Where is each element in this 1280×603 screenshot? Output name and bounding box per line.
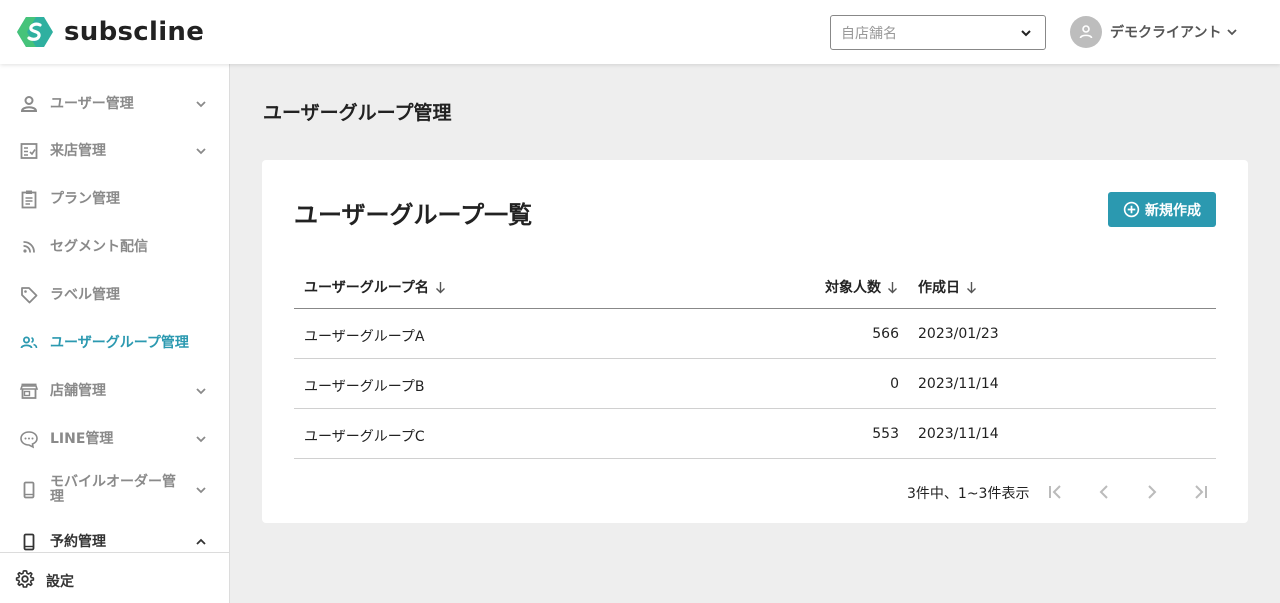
create-new-button[interactable]: 新規作成 (1108, 192, 1216, 227)
sidebar-item-visit-management[interactable]: 来店管理 (0, 131, 229, 171)
user-group-list-card: ユーザーグループ一覧 新規作成 ユーザーグループ名 対象人数 作成日 ユーザーグ… (262, 160, 1248, 523)
clipboard-icon (19, 189, 39, 209)
cell-member-count: 566 (872, 326, 899, 342)
table-header-row: ユーザーグループ名 対象人数 作成日 (294, 265, 1216, 309)
chevron-down-icon (1227, 29, 1238, 36)
logo-mark-icon (17, 17, 53, 47)
chat-icon (19, 429, 39, 449)
chevron-left-icon (1099, 485, 1108, 499)
first-page-icon (1049, 485, 1061, 499)
sidebar-item-label: プラン管理 (50, 190, 120, 207)
cell-member-count: 0 (890, 376, 899, 392)
store-icon (19, 381, 39, 401)
chevron-down-icon (1021, 30, 1031, 37)
chevron-down-icon (196, 388, 206, 395)
sidebar: ユーザー管理 来店管理 プラン管理 セグメント配信 ラベル管理 ユーザーグループ… (0, 64, 230, 603)
sidebar-item-label: セグメント配信 (50, 238, 148, 255)
table-row[interactable]: ユーザーグループC 553 2023/11/14 (294, 409, 1216, 459)
last-page-button[interactable] (1188, 480, 1212, 504)
user-menu[interactable]: デモクライアント (1070, 16, 1239, 48)
cell-created-date: 2023/11/14 (918, 426, 999, 442)
cell-group-name: ユーザーグループA (304, 329, 425, 345)
settings-label: 設定 (46, 574, 74, 590)
plus-circle-icon (1123, 201, 1140, 218)
sidebar-item-mobile-order-management[interactable]: モバイルオーダー管理 (0, 470, 229, 510)
first-page-button[interactable] (1044, 480, 1068, 504)
create-new-label: 新規作成 (1145, 202, 1201, 219)
column-header-date[interactable]: 作成日 (918, 277, 978, 297)
chevron-down-icon (196, 436, 206, 443)
sidebar-item-label: 店舗管理 (50, 382, 106, 399)
person-icon (1079, 25, 1093, 39)
arrow-down-icon (888, 281, 897, 293)
sidebar-item-label: ユーザーグループ管理 (50, 334, 189, 351)
rss-icon (19, 237, 39, 257)
column-header-label: ユーザーグループ名 (304, 280, 429, 296)
sidebar-item-label-management[interactable]: ラベル管理 (0, 275, 229, 315)
mobile-icon (19, 480, 39, 500)
next-page-button[interactable] (1140, 480, 1164, 504)
column-header-count[interactable]: 対象人数 (825, 277, 899, 297)
group-icon (19, 333, 39, 353)
page-title: ユーザーグループ管理 (263, 102, 452, 124)
checklist-icon (19, 141, 39, 161)
sidebar-item-label: ラベル管理 (50, 286, 120, 303)
sidebar-item-label: ユーザー管理 (50, 95, 134, 112)
sidebar-item-settings[interactable]: 設定 (0, 552, 230, 603)
cell-group-name: ユーザーグループC (304, 429, 425, 445)
user-name: デモクライアント (1110, 25, 1222, 41)
arrow-down-icon (435, 281, 445, 293)
sidebar-item-label: LINE管理 (50, 430, 114, 447)
avatar (1070, 16, 1102, 48)
pagination-summary: 3件中、1~3件表示 (907, 486, 1030, 502)
previous-page-button[interactable] (1092, 480, 1116, 504)
column-header-label: 対象人数 (825, 280, 881, 296)
cell-member-count: 553 (872, 426, 899, 442)
sidebar-item-label: 予約管理 (50, 533, 106, 550)
cell-created-date: 2023/01/23 (918, 326, 999, 342)
sidebar-item-store-management[interactable]: 店舗管理 (0, 371, 229, 411)
sidebar-item-line-management[interactable]: LINE管理 (0, 419, 229, 459)
store-select-placeholder: 自店舗名 (841, 25, 897, 42)
sidebar-item-plan-management[interactable]: プラン管理 (0, 179, 229, 219)
mobile-icon (19, 532, 39, 552)
column-header-name[interactable]: ユーザーグループ名 (304, 277, 447, 297)
user-group-table: ユーザーグループ名 対象人数 作成日 ユーザーグループA 566 2023/01… (294, 265, 1216, 459)
store-select[interactable]: 自店舗名 (830, 15, 1046, 50)
last-page-icon (1195, 485, 1207, 499)
card-title: ユーザーグループ一覧 (294, 201, 533, 229)
sidebar-item-segment-delivery[interactable]: セグメント配信 (0, 227, 229, 267)
brand-name: subscline (64, 17, 205, 47)
chevron-up-icon (196, 538, 206, 545)
table-row[interactable]: ユーザーグループB 0 2023/11/14 (294, 359, 1216, 409)
sidebar-item-user-group-management[interactable]: ユーザーグループ管理 (0, 323, 229, 363)
sidebar-item-label: 来店管理 (50, 142, 106, 159)
chevron-down-icon (196, 487, 206, 494)
cell-created-date: 2023/11/14 (918, 376, 999, 392)
sidebar-item-user-management[interactable]: ユーザー管理 (0, 84, 229, 124)
chevron-right-icon (1148, 485, 1157, 499)
pagination: 3件中、1~3件表示 (262, 480, 1248, 504)
table-row[interactable]: ユーザーグループA 566 2023/01/23 (294, 309, 1216, 359)
cell-group-name: ユーザーグループB (304, 379, 425, 395)
gear-icon (15, 570, 35, 588)
sidebar-item-label: モバイルオーダー管理 (50, 474, 176, 505)
tag-icon (19, 285, 39, 305)
brand-logo[interactable]: subscline (16, 15, 204, 49)
app-header: subscline 自店舗名 デモクライアント (0, 0, 1280, 64)
person-icon (19, 94, 39, 114)
chevron-down-icon (196, 148, 206, 155)
column-header-label: 作成日 (918, 280, 960, 296)
chevron-down-icon (196, 101, 206, 108)
arrow-down-icon (967, 281, 976, 293)
